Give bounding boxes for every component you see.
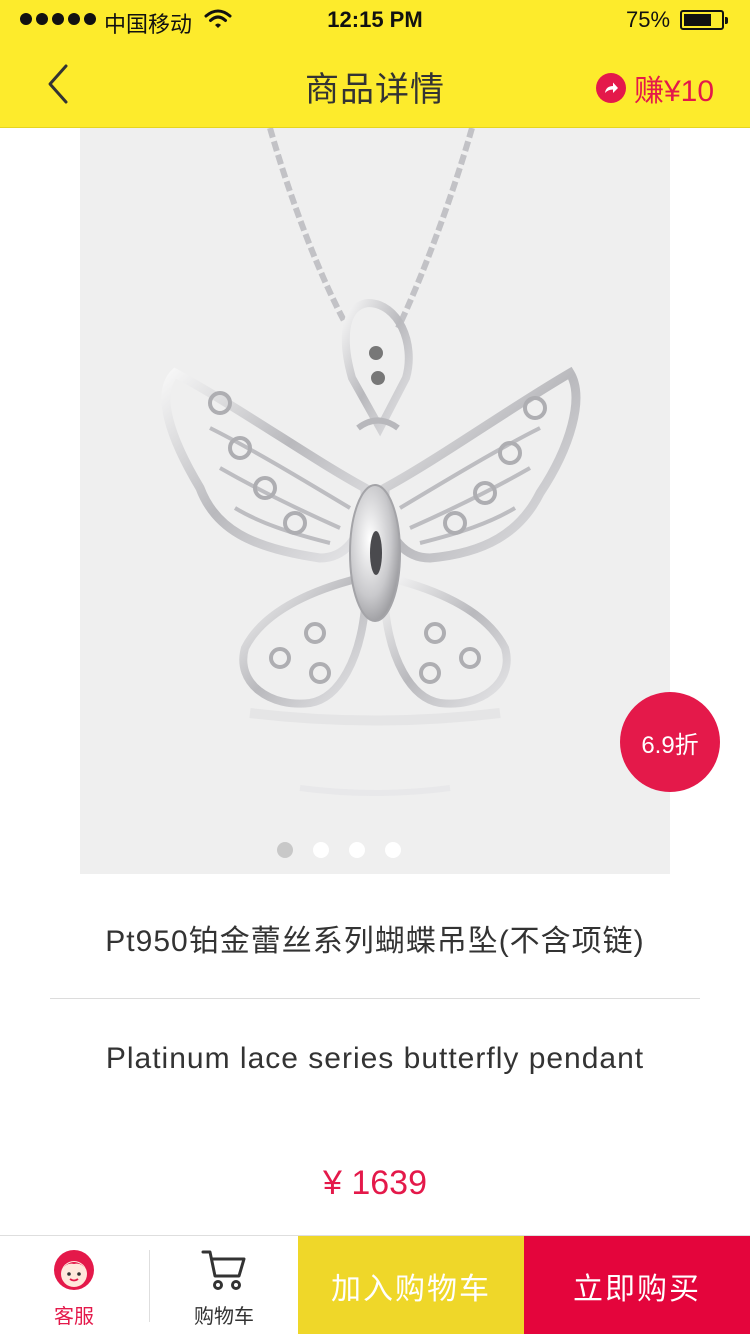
product-price: ¥ 1639 <box>323 1164 427 1202</box>
customer-service-button[interactable]: 客服 <box>0 1236 148 1334</box>
cart-label: 购物车 <box>194 1306 254 1328</box>
share-arrow-icon <box>596 73 626 103</box>
share-earn-button[interactable]: 赚¥10 <box>596 68 714 108</box>
nav-bar: 商品详情 赚¥10 <box>0 40 750 128</box>
status-bar: 中国移动 12:15 PM 75% <box>0 0 750 40</box>
battery-percentage: 75% <box>626 7 671 32</box>
carousel-dot[interactable] <box>313 842 329 858</box>
product-name: Pt950铂金蕾丝系列蝴蝶吊坠(不含项链) <box>105 925 645 958</box>
bottom-action-bar: 客服 购物车 加入购物车 立即购买 <box>0 1235 750 1334</box>
add-to-cart-button[interactable]: 加入购物车 <box>298 1236 524 1334</box>
earn-label: 赚¥10 <box>634 75 715 108</box>
battery-icon <box>680 10 728 30</box>
buy-now-button[interactable]: 立即购买 <box>524 1236 750 1334</box>
carousel-dot[interactable] <box>277 842 293 858</box>
divider <box>50 998 700 999</box>
carousel-dot[interactable] <box>349 842 365 858</box>
cart-button[interactable]: 购物车 <box>150 1236 298 1334</box>
product-image-carousel[interactable] <box>80 128 670 874</box>
carousel-page-indicator <box>80 842 634 858</box>
carousel-dot[interactable] <box>385 842 401 858</box>
discount-badge: 6.9折 <box>620 692 720 792</box>
customer-service-avatar-icon <box>53 1248 95 1292</box>
header: 中国移动 12:15 PM 75% 商品详情 赚¥10 <box>0 0 750 128</box>
butterfly-pendant-image <box>161 128 581 796</box>
product-name-english: Platinum lace series butterfly pendant <box>105 1042 645 1075</box>
customer-service-label: 客服 <box>54 1306 94 1328</box>
shopping-cart-icon <box>201 1248 247 1292</box>
